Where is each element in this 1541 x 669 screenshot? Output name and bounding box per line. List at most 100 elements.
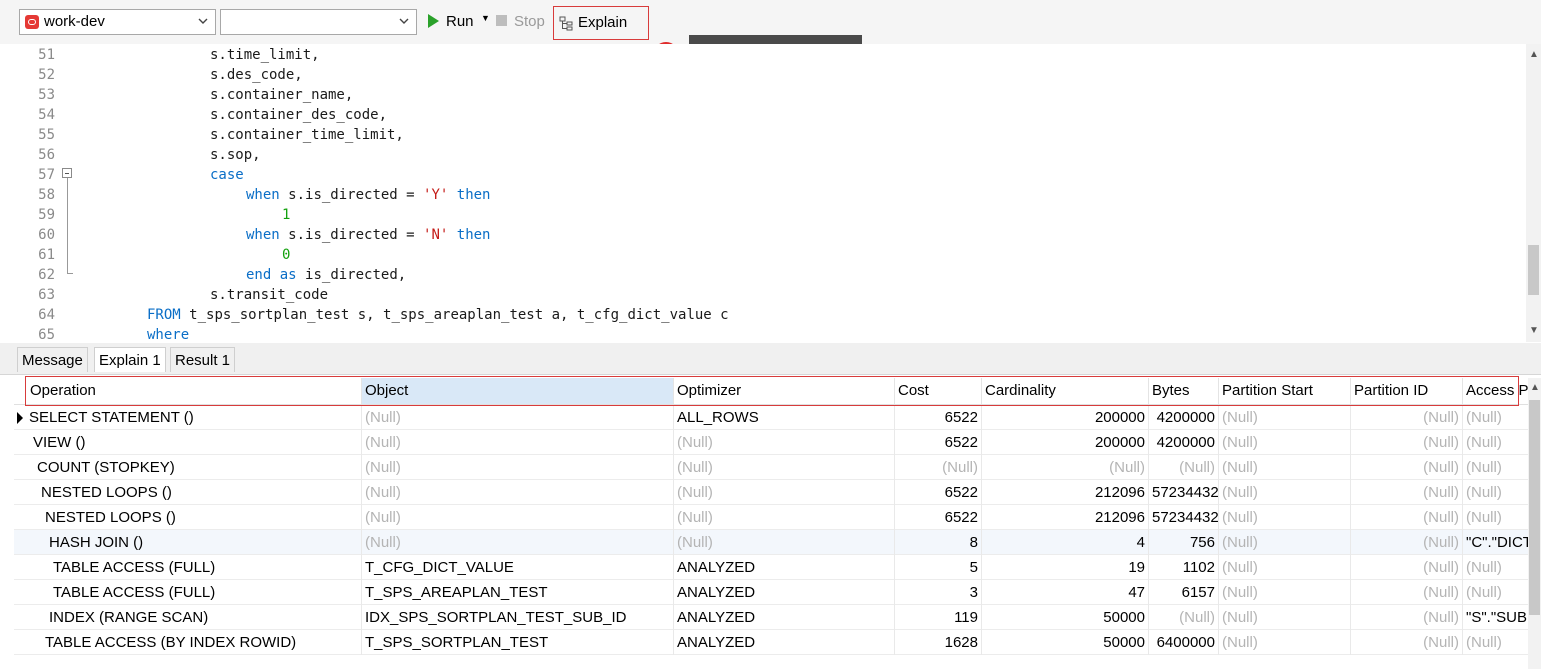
- table-row[interactable]: TABLE ACCESS (FULL) T_CFG_DICT_VALUE ANALY…: [14, 555, 1528, 580]
- table-row[interactable]: NESTED LOOPS () (Null) (Null) 6522 212096 572…: [14, 480, 1528, 505]
- table-cell[interactable]: (Null): [895, 455, 982, 480]
- table-cell[interactable]: (Null): [362, 405, 674, 430]
- table-cell[interactable]: (Null): [1463, 580, 1528, 605]
- table-cell[interactable]: ANALYZED: [674, 630, 895, 655]
- table-cell[interactable]: (Null): [1219, 430, 1351, 455]
- table-cell[interactable]: (Null): [1463, 505, 1528, 530]
- table-cell[interactable]: 6522: [895, 430, 982, 455]
- table-row[interactable]: COUNT (STOPKEY) (Null) (Null) (Null) (Null)(…: [14, 455, 1528, 480]
- table-cell[interactable]: (Null): [1219, 505, 1351, 530]
- table-cell[interactable]: 50000: [982, 630, 1149, 655]
- table-cell[interactable]: VIEW (): [27, 430, 362, 455]
- table-cell[interactable]: 6522: [895, 505, 982, 530]
- table-cell[interactable]: (Null): [1351, 505, 1463, 530]
- table-cell[interactable]: 1628: [895, 630, 982, 655]
- table-cell[interactable]: (Null): [362, 480, 674, 505]
- table-cell[interactable]: 3: [895, 580, 982, 605]
- table-cell[interactable]: (Null): [1463, 630, 1528, 655]
- table-cell[interactable]: (Null): [674, 455, 895, 480]
- table-cell[interactable]: T_CFG_DICT_VALUE: [362, 555, 674, 580]
- table-cell[interactable]: 50000: [982, 605, 1149, 630]
- table-cell[interactable]: 57234432: [1149, 505, 1219, 530]
- table-cell[interactable]: (Null): [1351, 405, 1463, 430]
- table-cell[interactable]: (Null): [1351, 430, 1463, 455]
- table-cell[interactable]: COUNT (STOPKEY): [27, 455, 362, 480]
- editor-scrollbar[interactable]: ▲ ▼: [1526, 44, 1541, 342]
- table-cell[interactable]: IDX_SPS_SORTPLAN_TEST_SUB_ID: [362, 605, 674, 630]
- table-cell[interactable]: 4200000: [1149, 430, 1219, 455]
- table-cell[interactable]: 57234432: [1149, 480, 1219, 505]
- column-header[interactable]: Cardinality: [982, 378, 1149, 404]
- column-header[interactable]: Access P: [1463, 378, 1528, 404]
- column-header[interactable]: Cost: [895, 378, 982, 404]
- table-cell[interactable]: (Null): [1149, 455, 1219, 480]
- table-cell[interactable]: (Null): [1351, 480, 1463, 505]
- table-cell[interactable]: (Null): [362, 455, 674, 480]
- table-cell[interactable]: (Null): [1219, 630, 1351, 655]
- table-cell[interactable]: ALL_ROWS: [674, 405, 895, 430]
- table-cell[interactable]: 212096: [982, 480, 1149, 505]
- sql-editor[interactable]: 51 s.time_limit, 52 s.des_code, 53 s.contai…: [12, 44, 1526, 342]
- table-cell[interactable]: "S"."SUB: [1463, 605, 1528, 630]
- scroll-up-icon[interactable]: ▲: [1529, 50, 1539, 60]
- column-header[interactable]: Partition ID: [1351, 378, 1463, 404]
- scroll-up-icon[interactable]: ▲: [1530, 382, 1540, 393]
- column-header[interactable]: Operation: [27, 378, 362, 404]
- table-cell[interactable]: (Null): [1351, 580, 1463, 605]
- column-header[interactable]: Optimizer: [674, 378, 895, 404]
- column-header[interactable]: Bytes: [1149, 378, 1219, 404]
- table-cell[interactable]: (Null): [1219, 455, 1351, 480]
- table-cell[interactable]: ANALYZED: [674, 580, 895, 605]
- table-cell[interactable]: NESTED LOOPS (): [27, 480, 362, 505]
- table-cell[interactable]: T_SPS_AREAPLAN_TEST: [362, 580, 674, 605]
- table-cell[interactable]: 200000: [982, 405, 1149, 430]
- table-cell[interactable]: 756: [1149, 530, 1219, 555]
- table-cell[interactable]: 47: [982, 580, 1149, 605]
- table-cell[interactable]: 8: [895, 530, 982, 555]
- scrollbar-thumb[interactable]: [1528, 245, 1539, 295]
- table-cell[interactable]: (Null): [1219, 580, 1351, 605]
- table-row[interactable]: VIEW () (Null) (Null) 6522 200000 4200000 (Nul…: [14, 430, 1528, 455]
- grid-scrollbar[interactable]: ▲: [1528, 378, 1541, 669]
- table-cell[interactable]: 119: [895, 605, 982, 630]
- table-row[interactable]: NESTED LOOPS () (Null) (Null) 6522 212096 572…: [14, 505, 1528, 530]
- table-cell[interactable]: 4200000: [1149, 405, 1219, 430]
- tab-result-1[interactable]: Result 1: [170, 347, 236, 372]
- table-cell[interactable]: ANALYZED: [674, 605, 895, 630]
- table-cell[interactable]: (Null): [362, 430, 674, 455]
- table-cell[interactable]: ANALYZED: [674, 555, 895, 580]
- connection-select[interactable]: work-dev: [19, 9, 216, 35]
- table-cell[interactable]: 6522: [895, 480, 982, 505]
- table-cell[interactable]: HASH JOIN (): [27, 530, 362, 555]
- table-cell[interactable]: 6400000: [1149, 630, 1219, 655]
- table-row[interactable]: TABLE ACCESS (FULL) T_SPS_AREAPLAN_TEST AN…: [14, 580, 1528, 605]
- table-cell[interactable]: 1102: [1149, 555, 1219, 580]
- table-cell[interactable]: (Null): [1219, 605, 1351, 630]
- table-cell[interactable]: 5: [895, 555, 982, 580]
- table-cell[interactable]: (Null): [1463, 405, 1528, 430]
- scrollbar-thumb[interactable]: [1529, 400, 1540, 615]
- table-cell[interactable]: (Null): [362, 505, 674, 530]
- table-cell[interactable]: "C"."DICT: [1463, 530, 1528, 555]
- table-cell[interactable]: 212096: [982, 505, 1149, 530]
- table-cell[interactable]: (Null): [674, 480, 895, 505]
- table-cell[interactable]: SELECT STATEMENT (): [27, 405, 362, 430]
- table-cell[interactable]: (Null): [1219, 530, 1351, 555]
- table-cell[interactable]: (Null): [1149, 605, 1219, 630]
- table-row[interactable]: TABLE ACCESS (BY INDEX ROWID) T_SPS_SORTP…: [14, 630, 1528, 655]
- table-cell[interactable]: 19: [982, 555, 1149, 580]
- table-cell[interactable]: (Null): [1463, 430, 1528, 455]
- table-cell[interactable]: (Null): [362, 530, 674, 555]
- table-cell[interactable]: 200000: [982, 430, 1149, 455]
- table-row[interactable]: HASH JOIN () (Null) (Null) 8 4 756 (Null) (Null…: [14, 530, 1528, 555]
- table-cell[interactable]: TABLE ACCESS (FULL): [27, 580, 362, 605]
- table-cell[interactable]: TABLE ACCESS (FULL): [27, 555, 362, 580]
- table-cell[interactable]: (Null): [982, 455, 1149, 480]
- column-header[interactable]: Object: [362, 378, 674, 404]
- tab-message[interactable]: Message: [17, 347, 88, 372]
- table-cell[interactable]: (Null): [674, 530, 895, 555]
- table-cell[interactable]: (Null): [1351, 555, 1463, 580]
- table-cell[interactable]: 4: [982, 530, 1149, 555]
- column-header[interactable]: Partition Start: [1219, 378, 1351, 404]
- table-row[interactable]: INDEX (RANGE SCAN) IDX_SPS_SORTPLAN_TEST_…: [14, 605, 1528, 630]
